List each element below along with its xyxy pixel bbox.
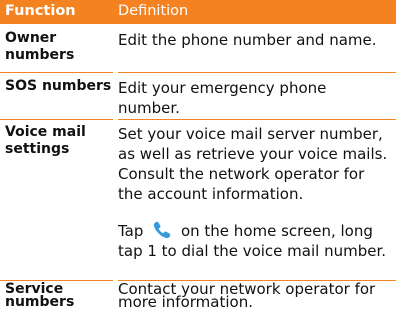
header-function: Function — [5, 3, 76, 19]
divider — [0, 119, 113, 120]
divider — [118, 119, 396, 120]
divider — [118, 72, 396, 73]
table-row: SOS numbers Edit your emergency phone nu… — [0, 78, 396, 118]
function-owner-numbers: Owner numbers — [5, 30, 75, 63]
note-tap-text: Tap — [118, 222, 144, 240]
phone-handset-icon — [154, 221, 171, 239]
definition-owner-numbers: Edit the phone number and name. — [118, 31, 377, 49]
definition-sos-numbers: Edit your emergency phone number. — [118, 79, 327, 117]
table-header: Function Definition — [0, 0, 396, 24]
definition-voice-mail-settings: Set your voice mail server number, as we… — [118, 125, 388, 203]
function-voice-mail-settings: Voice mail settings — [5, 124, 86, 157]
table-row: Voice mail settings Set your voice mail … — [0, 124, 396, 279]
divider — [0, 72, 113, 73]
header-definition: Definition — [118, 3, 189, 19]
definition-service-numbers: Contact your network operator for more i… — [118, 280, 376, 311]
table-row: Owner numbers Edit the phone number and … — [0, 30, 396, 70]
voice-mail-note: Tap on the home screen, long tap 1 to di… — [118, 220, 390, 261]
function-service-numbers: Service numbers — [5, 281, 75, 310]
function-sos-numbers: SOS numbers — [5, 78, 112, 94]
table-row: Service numbers Contact your network ope… — [0, 280, 396, 311]
